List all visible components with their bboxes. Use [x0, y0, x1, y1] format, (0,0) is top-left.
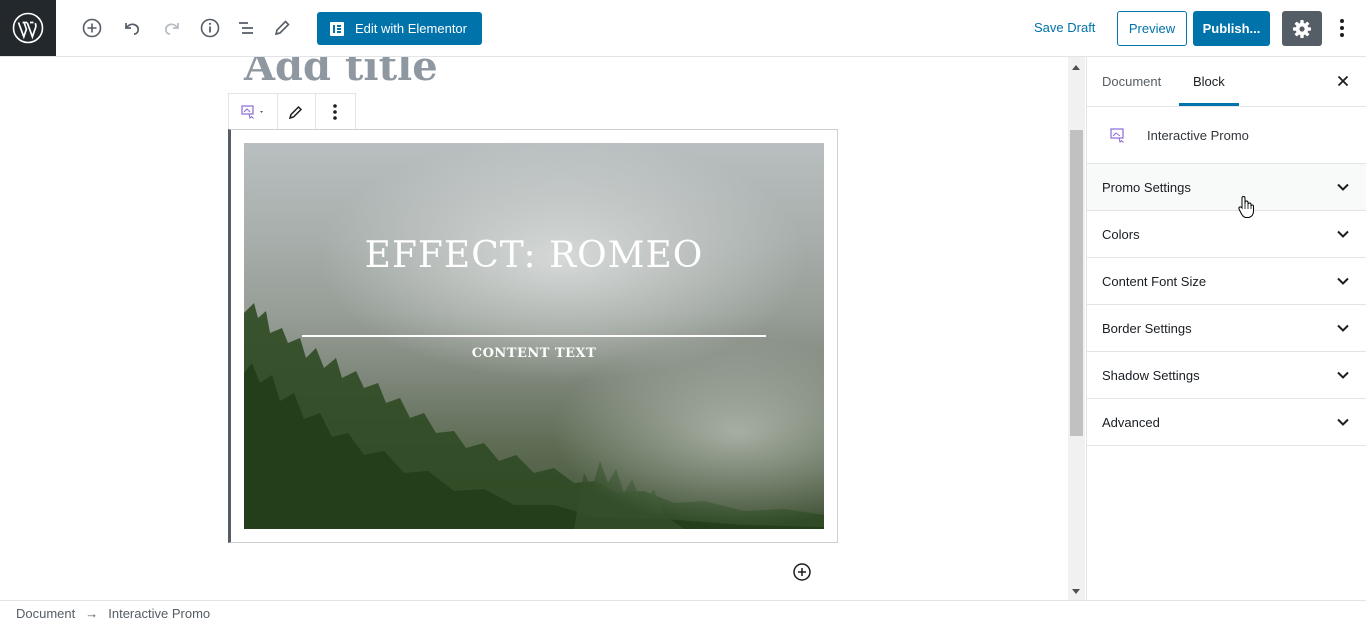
content-structure-button[interactable] — [196, 14, 224, 42]
edit-with-elementor-button[interactable]: Edit with Elementor — [317, 12, 482, 45]
block-card: Interactive Promo — [1087, 107, 1366, 164]
preview-button[interactable]: Preview — [1117, 11, 1187, 46]
settings-button[interactable] — [1282, 11, 1322, 46]
editor-canvas: Add title EFFECT: ROMEO CONTENT TEXT — [0, 57, 1068, 600]
chevron-down-icon — [1337, 230, 1349, 238]
add-block-button[interactable] — [78, 14, 106, 42]
block-card-title: Interactive Promo — [1147, 127, 1249, 143]
close-icon — [1337, 75, 1349, 87]
elementor-icon — [330, 21, 344, 36]
publish-button[interactable]: Publish... — [1193, 11, 1270, 46]
breadcrumb-current: Interactive Promo — [108, 605, 211, 621]
panel-label: Content Font Size — [1102, 273, 1207, 289]
scrollbar-thumb[interactable] — [1070, 130, 1083, 436]
block-toolbar — [228, 93, 356, 130]
block-navigation-button[interactable] — [232, 14, 260, 42]
breadcrumb-separator: → — [85, 605, 99, 621]
vertical-ellipsis-icon — [333, 103, 338, 120]
block-switcher-button[interactable] — [229, 94, 279, 129]
tools-button[interactable] — [268, 14, 296, 42]
breadcrumb: Document → Interactive Promo — [0, 600, 1366, 625]
close-sidebar-button[interactable] — [1335, 73, 1351, 89]
redo-button[interactable] — [158, 14, 186, 42]
editor-header: Edit with Elementor Save Draft Preview P… — [0, 0, 1366, 57]
info-icon — [200, 18, 220, 38]
plus-circle-icon — [82, 18, 102, 38]
chevron-down-icon — [1337, 183, 1349, 191]
post-title-input[interactable]: Add title — [244, 57, 438, 90]
undo-icon — [125, 23, 140, 35]
interactive-promo-icon — [1110, 128, 1124, 143]
pencil-icon — [289, 105, 303, 119]
promo-image: EFFECT: ROMEO CONTENT TEXT — [244, 143, 824, 529]
sidebar-tabs: Document Block — [1087, 57, 1366, 107]
pencil-icon — [274, 20, 290, 36]
chevron-down-icon — [1337, 324, 1349, 332]
gear-icon — [1293, 19, 1311, 38]
panel-label: Border Settings — [1102, 320, 1192, 336]
promo-divider — [302, 335, 766, 337]
redo-icon — [164, 23, 179, 35]
panel-label: Shadow Settings — [1102, 367, 1200, 383]
scroll-down-arrow-icon[interactable] — [1072, 589, 1080, 594]
chevron-down-icon — [1337, 371, 1349, 379]
panel-advanced[interactable]: Advanced — [1087, 399, 1366, 446]
undo-button[interactable] — [118, 14, 146, 42]
vertical-ellipsis-icon — [1340, 19, 1344, 37]
panel-shadow-settings[interactable]: Shadow Settings — [1087, 352, 1366, 399]
block-more-options-button[interactable] — [316, 94, 355, 129]
edit-block-button[interactable] — [278, 94, 316, 129]
interactive-promo-icon — [241, 104, 264, 119]
scroll-up-arrow-icon[interactable] — [1072, 65, 1080, 70]
settings-sidebar: Document Block Interactive Promo Promo S… — [1086, 57, 1366, 600]
more-tools-button[interactable] — [1330, 14, 1354, 42]
breadcrumb-root[interactable]: Document — [16, 606, 75, 621]
edit-with-elementor-label: Edit with Elementor — [355, 21, 467, 36]
panel-content-font-size[interactable]: Content Font Size — [1087, 258, 1366, 305]
wordpress-icon — [12, 12, 44, 44]
panel-colors[interactable]: Colors — [1087, 211, 1366, 258]
editor-scrollbar[interactable] — [1068, 57, 1085, 600]
tab-block[interactable]: Block — [1179, 57, 1239, 106]
save-draft-button[interactable]: Save Draft — [1034, 20, 1095, 35]
panel-promo-settings[interactable]: Promo Settings — [1087, 164, 1366, 211]
wordpress-logo-button[interactable] — [0, 0, 56, 56]
hand-cursor-icon — [1238, 195, 1254, 218]
panel-label: Advanced — [1102, 414, 1160, 430]
plus-circle-icon — [793, 563, 811, 581]
promo-content-text: CONTENT TEXT — [471, 346, 597, 361]
list-view-icon — [239, 22, 253, 34]
chevron-down-icon — [1337, 277, 1349, 285]
panel-label: Colors — [1102, 226, 1140, 242]
tab-document[interactable]: Document — [1102, 57, 1161, 106]
inline-add-block-button[interactable] — [792, 562, 812, 582]
promo-title: EFFECT: ROMEO — [364, 235, 704, 276]
panel-border-settings[interactable]: Border Settings — [1087, 305, 1366, 352]
panel-label: Promo Settings — [1102, 179, 1191, 195]
chevron-down-icon — [1337, 418, 1349, 426]
